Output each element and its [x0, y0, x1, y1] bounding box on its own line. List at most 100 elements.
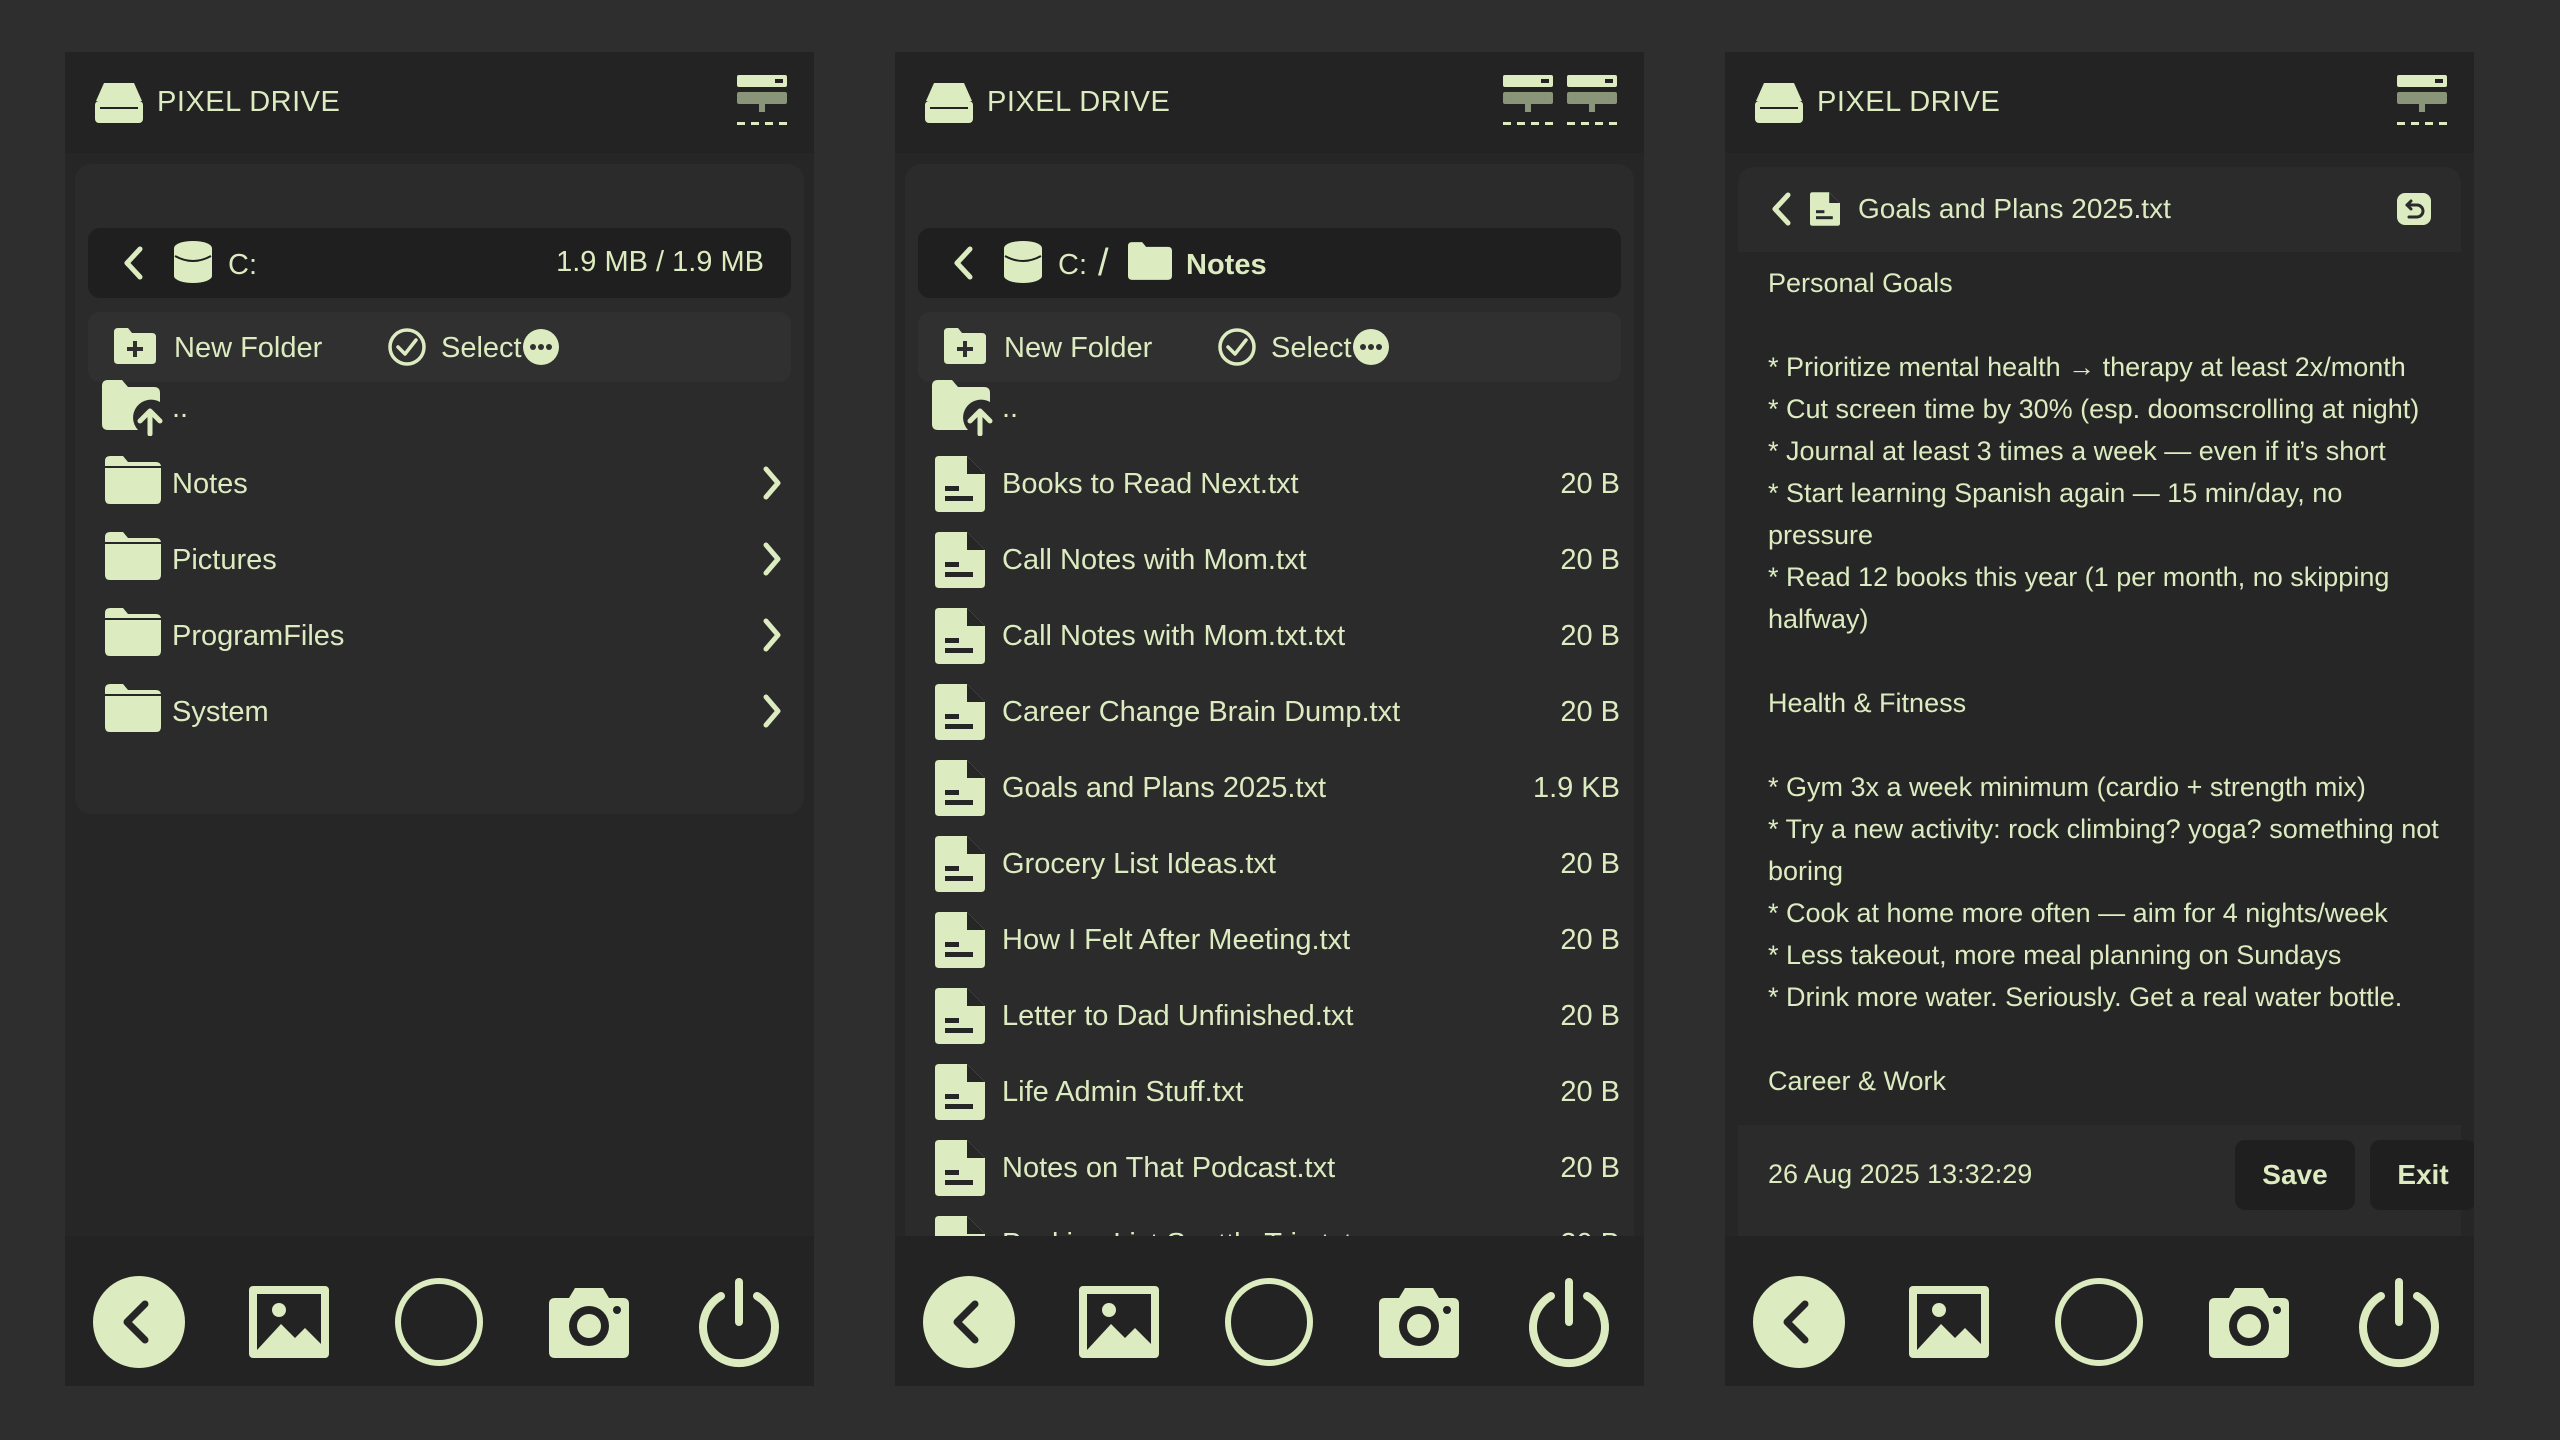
file-name: Grocery List Ideas.txt — [1002, 848, 1276, 880]
file-row[interactable]: How I Felt After Meeting.txt 20 B — [895, 902, 1644, 978]
back-chevron-icon[interactable] — [1770, 192, 1792, 226]
back-chevron-icon[interactable] — [122, 246, 144, 280]
camera-icon[interactable] — [2203, 1276, 2295, 1368]
storage-icon[interactable] — [737, 75, 787, 127]
list-item[interactable]: Notes — [65, 446, 814, 522]
app-header: PIXEL DRIVE — [895, 52, 1644, 153]
home-circle-button[interactable] — [1223, 1276, 1315, 1368]
app-title: PIXEL DRIVE — [987, 86, 1171, 118]
editor-footer: 26 Aug 2025 13:32:29 Save Exit — [1738, 1125, 2474, 1225]
power-icon[interactable] — [2353, 1276, 2445, 1368]
storage-icon[interactable] — [2397, 75, 2447, 127]
check-circle-icon[interactable] — [387, 327, 427, 367]
chevron-right-icon — [763, 466, 781, 500]
file-icon — [935, 836, 985, 892]
list-item[interactable]: ProgramFiles — [65, 598, 814, 674]
folder-icon — [105, 456, 161, 504]
back-chevron-icon[interactable] — [952, 246, 974, 280]
drive-icon — [95, 83, 143, 123]
folder-name: System — [172, 696, 269, 728]
home-circle-button[interactable] — [2053, 1276, 2145, 1368]
parent-folder-row[interactable]: .. — [895, 370, 1644, 446]
file-name: Books to Read Next.txt — [1002, 468, 1299, 500]
storage-icon[interactable] — [1567, 75, 1617, 127]
bottom-nav — [895, 1236, 1644, 1386]
file-row[interactable]: Grocery List Ideas.txt 20 B — [895, 826, 1644, 902]
file-icon — [1810, 192, 1840, 226]
select-button[interactable]: Select — [441, 332, 522, 365]
editor-line: Career & Work — [1768, 1066, 1947, 1096]
power-icon[interactable] — [1523, 1276, 1615, 1368]
check-circle-icon[interactable] — [1217, 327, 1257, 367]
more-options-icon[interactable] — [522, 328, 560, 366]
new-folder-icon[interactable] — [114, 328, 156, 364]
file-icon — [935, 608, 985, 664]
folder-icon — [1128, 242, 1172, 280]
file-row[interactable]: Letter to Dad Unfinished.txt 20 B — [895, 978, 1644, 1054]
select-button[interactable]: Select — [1271, 332, 1352, 365]
gallery-icon[interactable] — [243, 1276, 335, 1368]
editor-line: * Drink more water. Seriously. Get a rea… — [1768, 982, 2403, 1012]
save-button[interactable]: Save — [2235, 1140, 2355, 1210]
more-options-icon[interactable] — [1352, 328, 1390, 366]
editor-line: * Start learning Spanish again — 15 min/… — [1768, 478, 2350, 550]
back-button[interactable] — [1753, 1276, 1845, 1368]
power-icon[interactable] — [693, 1276, 785, 1368]
file-size: 20 B — [1560, 620, 1620, 652]
camera-icon[interactable] — [1373, 1276, 1465, 1368]
back-button[interactable] — [923, 1276, 1015, 1368]
folder-name: ProgramFiles — [172, 620, 345, 652]
storage-icon[interactable] — [1503, 75, 1553, 127]
path-bar: C: 1.9 MB / 1.9 MB — [88, 228, 791, 298]
new-folder-button[interactable]: New Folder — [174, 332, 322, 365]
file-size: 20 B — [1560, 924, 1620, 956]
disk-icon — [174, 241, 212, 283]
list-item[interactable]: System — [65, 674, 814, 750]
drive-label: C: — [228, 249, 257, 281]
editor-textarea[interactable]: Personal Goals * Prioritize mental health… — [1768, 262, 2448, 1174]
file-name: Life Admin Stuff.txt — [1002, 1076, 1244, 1108]
file-icon — [935, 988, 985, 1044]
file-name: Notes on That Podcast.txt — [1002, 1152, 1336, 1184]
editor-line: * Journal at least 3 times a week — even… — [1768, 436, 2386, 466]
file-row[interactable]: Books to Read Next.txt 20 B — [895, 446, 1644, 522]
list-item[interactable]: Pictures — [65, 522, 814, 598]
parent-folder-row[interactable]: .. — [65, 370, 814, 446]
folder-icon — [105, 684, 161, 732]
file-size: 20 B — [1560, 696, 1620, 728]
new-folder-button[interactable]: New Folder — [1004, 332, 1152, 365]
current-folder-label: Notes — [1186, 249, 1267, 281]
undo-icon[interactable] — [2397, 193, 2431, 225]
gallery-icon[interactable] — [1073, 1276, 1165, 1368]
file-size: 20 B — [1560, 468, 1620, 500]
file-row[interactable]: Career Change Brain Dump.txt 20 B — [895, 674, 1644, 750]
editor-line: * Cut screen time by 30% (esp. doomscrol… — [1768, 394, 2420, 424]
exit-button[interactable]: Exit — [2370, 1140, 2474, 1210]
file-row[interactable]: Notes on That Podcast.txt 20 B — [895, 1130, 1644, 1206]
file-size: 20 B — [1560, 1076, 1620, 1108]
app-title: PIXEL DRIVE — [157, 86, 341, 118]
disk-icon — [1004, 241, 1042, 283]
parent-folder-label: .. — [1002, 392, 1019, 424]
editor-line: Health & Fitness — [1768, 688, 1967, 718]
file-icon — [935, 456, 985, 512]
file-row[interactable]: Call Notes with Mom.txt 20 B — [895, 522, 1644, 598]
back-button[interactable] — [93, 1276, 185, 1368]
file-name: Goals and Plans 2025.txt — [1002, 772, 1327, 804]
path-separator: / — [1098, 242, 1109, 284]
file-size: 20 B — [1560, 544, 1620, 576]
gallery-icon[interactable] — [1903, 1276, 1995, 1368]
bottom-nav — [65, 1236, 814, 1386]
home-circle-button[interactable] — [393, 1276, 485, 1368]
file-row[interactable]: Life Admin Stuff.txt 20 B — [895, 1054, 1644, 1130]
file-browser-notes-panel: PIXEL DRIVE C: / Notes New Folder Select… — [895, 52, 1644, 1386]
file-row[interactable]: Goals and Plans 2025.txt 1.9 KB — [895, 750, 1644, 826]
file-row[interactable]: Call Notes with Mom.txt.txt 20 B — [895, 598, 1644, 674]
camera-icon[interactable] — [543, 1276, 635, 1368]
new-folder-icon[interactable] — [944, 328, 986, 364]
file-size: 1.9 KB — [1532, 772, 1620, 804]
